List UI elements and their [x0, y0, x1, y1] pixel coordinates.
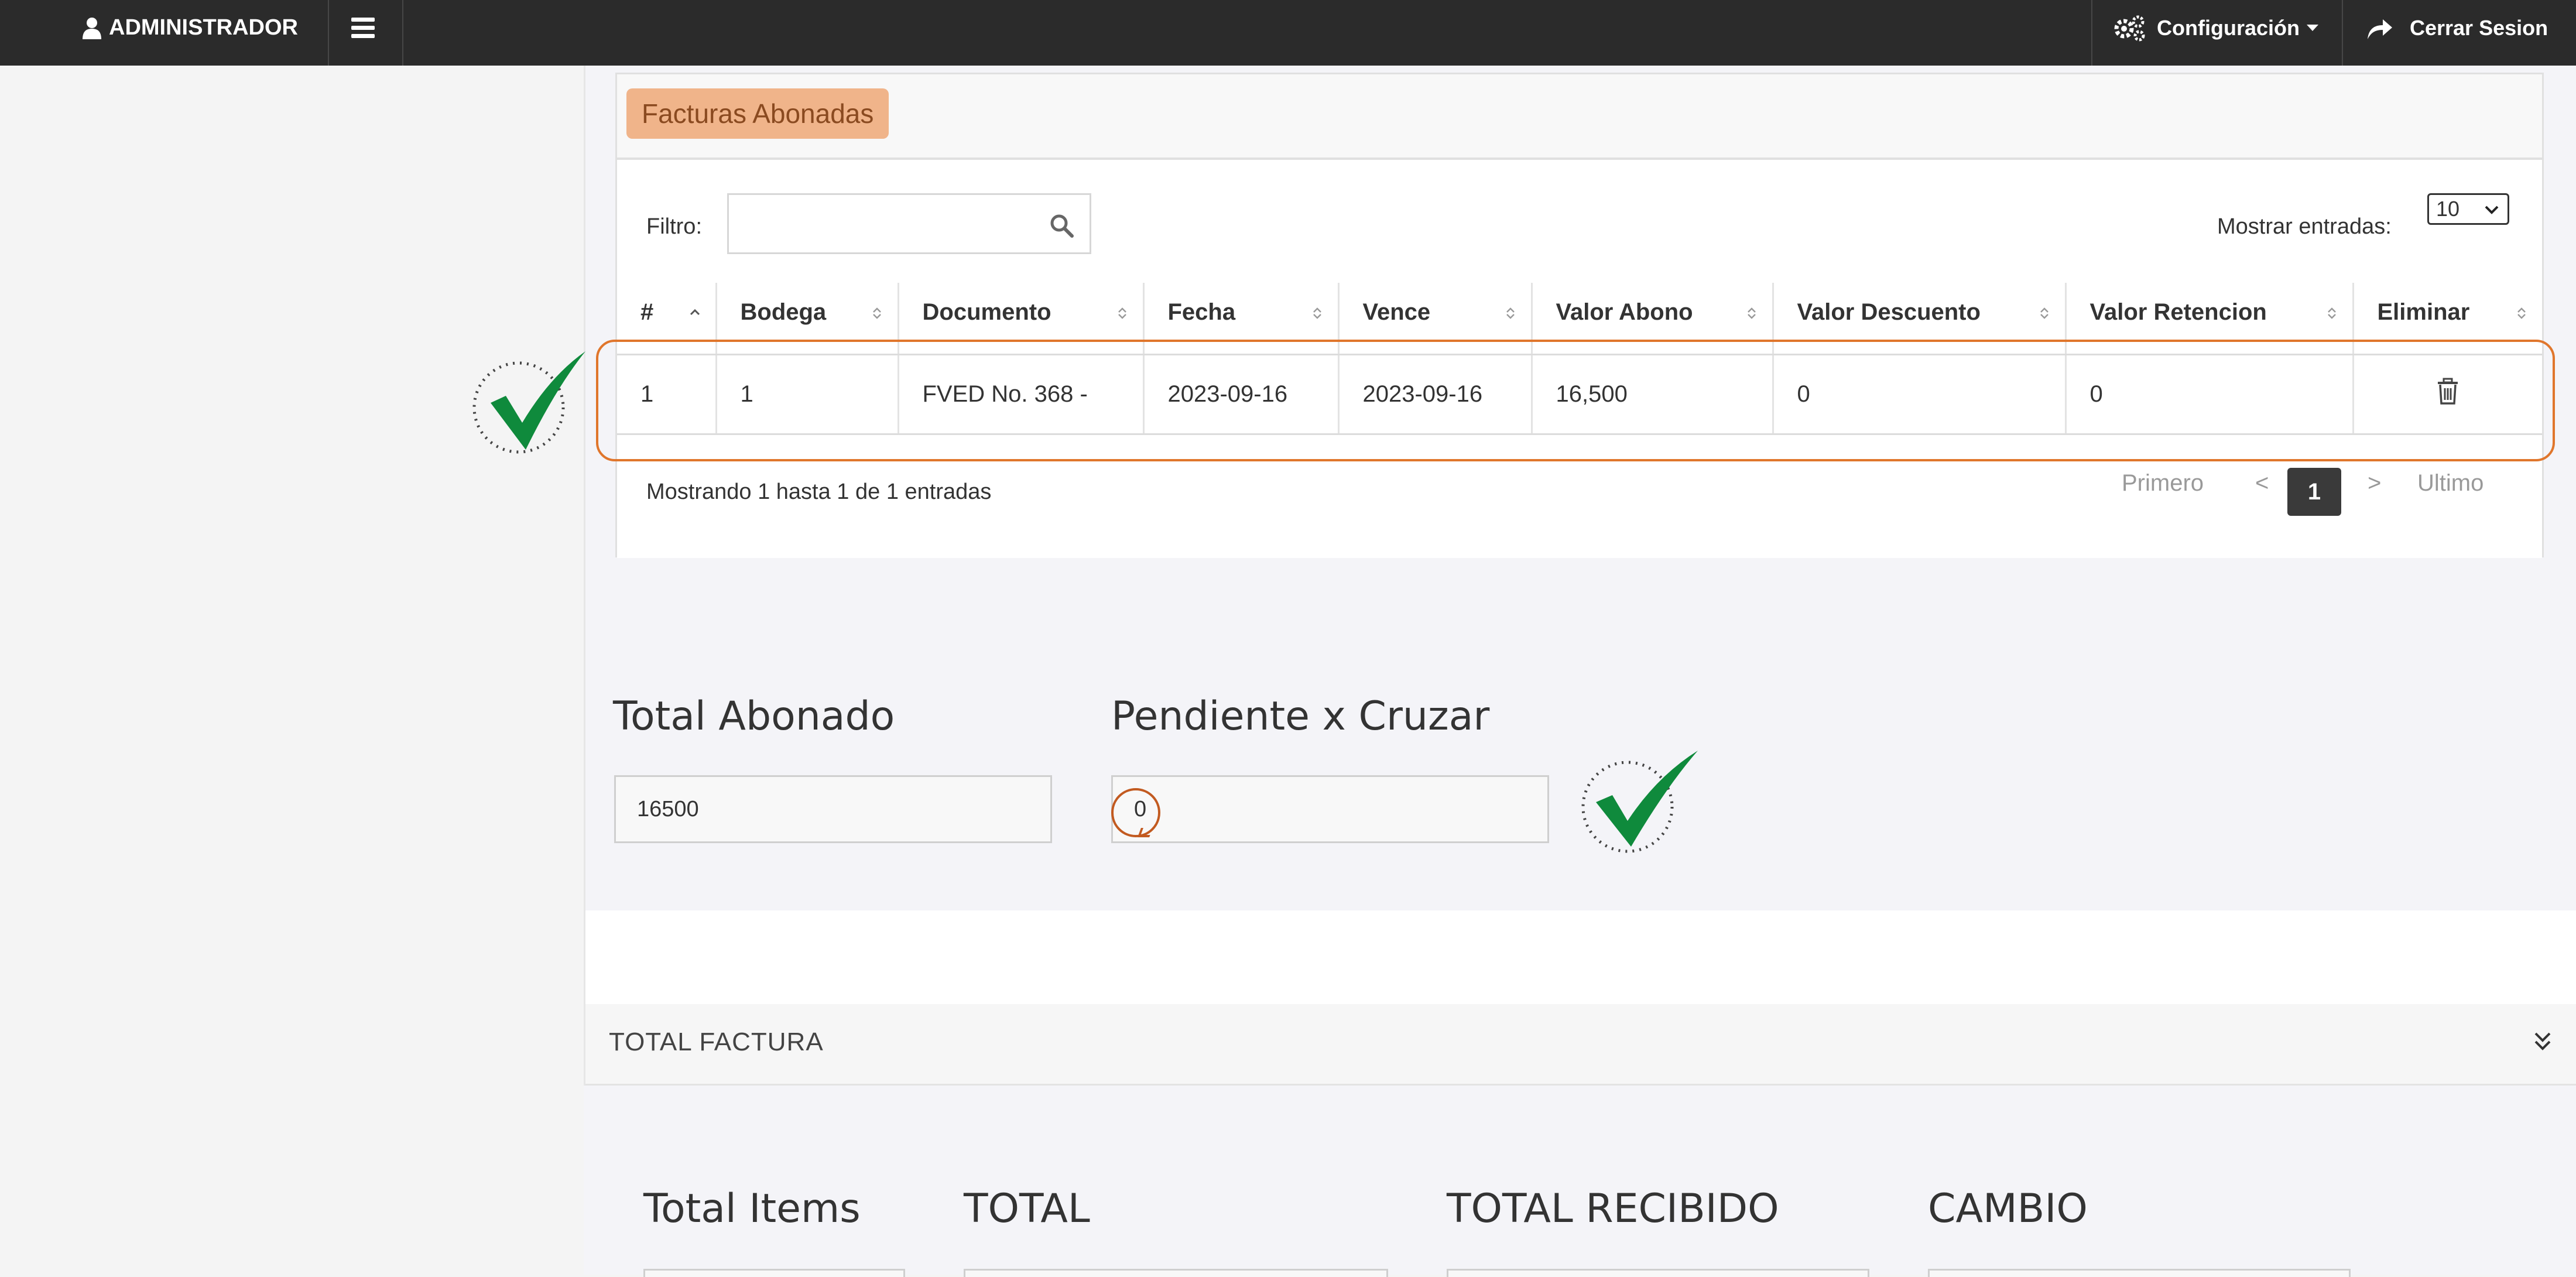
sort-icon	[2040, 307, 2049, 319]
total-recibido-field[interactable]	[1447, 1269, 1869, 1277]
search-icon	[1050, 214, 1074, 238]
config-label: Configuración	[2157, 15, 2300, 40]
pendiente-label: Pendiente x Cruzar	[1111, 693, 1490, 740]
panel-title: Facturas Abonadas	[626, 88, 889, 139]
double-chevron-down-icon[interactable]	[2533, 1030, 2553, 1053]
entries-label: Mostrar entradas:	[2217, 214, 2392, 239]
navbar-divider	[402, 0, 403, 66]
logout-button[interactable]: Cerrar Sesion	[2365, 0, 2548, 56]
spacer-band	[585, 910, 2576, 1004]
sort-icon	[2517, 307, 2526, 319]
cambio-field[interactable]	[1928, 1269, 2351, 1277]
navbar-divider	[2342, 0, 2343, 66]
user-menu[interactable]: ADMINISTRADOR	[82, 0, 298, 56]
sort-icon	[1118, 307, 1126, 319]
configuracion-dropdown[interactable]: Configuración	[2113, 0, 2318, 56]
pager-last[interactable]: Ultimo	[2417, 470, 2483, 497]
entries-value: 10	[2436, 197, 2460, 221]
pager-first[interactable]: Primero	[2122, 470, 2204, 497]
total-items-field[interactable]	[643, 1269, 905, 1277]
table-info: Mostrando 1 hasta 1 de 1 entradas	[646, 480, 992, 504]
total-label: TOTAL	[964, 1186, 1090, 1232]
facturas-abonadas-panel: Facturas Abonadas Filtro: Mostrar entrad…	[615, 73, 2544, 558]
circle-annotation	[1111, 788, 1160, 837]
pendiente-field[interactable]: 0	[1111, 775, 1549, 843]
row-highlight-annotation	[596, 340, 2555, 461]
filter-label: Filtro:	[646, 214, 702, 239]
total-recibido-label: TOTAL RECIBIDO	[1447, 1186, 1779, 1232]
total-abonado-field[interactable]: 16500	[614, 775, 1052, 843]
user-icon	[83, 17, 101, 39]
sort-icon	[872, 307, 881, 319]
total-factura-header[interactable]: TOTAL FACTURA	[585, 1004, 2576, 1086]
cambio-label: CAMBIO	[1928, 1186, 2088, 1232]
hamburger-menu-icon[interactable]	[351, 18, 375, 42]
entries-select[interactable]: 10	[2427, 193, 2509, 225]
user-label: ADMINISTRADOR	[109, 15, 298, 40]
pager-prev[interactable]: <	[2255, 470, 2269, 497]
total-factura-title: TOTAL FACTURA	[609, 1028, 824, 1056]
total-factura-body	[584, 1086, 2576, 1275]
total-abonado-label: Total Abonado	[613, 693, 895, 740]
gears-icon	[2114, 15, 2145, 41]
total-abonado-value: 16500	[637, 796, 699, 821]
checkmark-icon	[1581, 751, 1698, 853]
chevron-down-icon	[2485, 206, 2499, 214]
navbar-divider	[2091, 0, 2092, 66]
sort-icon	[2327, 307, 2336, 319]
filter-input[interactable]	[727, 193, 1091, 254]
caret-down-icon	[2306, 25, 2318, 31]
sort-icon	[1313, 307, 1321, 319]
checkmark-icon	[472, 351, 585, 454]
top-navbar: ADMINISTRADOR Configuración Cerrar Sesio…	[0, 0, 2576, 66]
sort-icon	[1506, 307, 1515, 319]
share-arrow-icon	[2368, 19, 2392, 39]
logout-label: Cerrar Sesion	[2410, 15, 2548, 40]
sort-asc-icon	[690, 309, 700, 316]
total-field[interactable]	[964, 1269, 1388, 1277]
navbar-divider	[328, 0, 329, 66]
pager-current[interactable]: 1	[2287, 468, 2341, 516]
pager-next[interactable]: >	[2368, 470, 2381, 497]
sort-icon	[1747, 307, 1756, 319]
total-items-label: Total Items	[643, 1186, 861, 1232]
